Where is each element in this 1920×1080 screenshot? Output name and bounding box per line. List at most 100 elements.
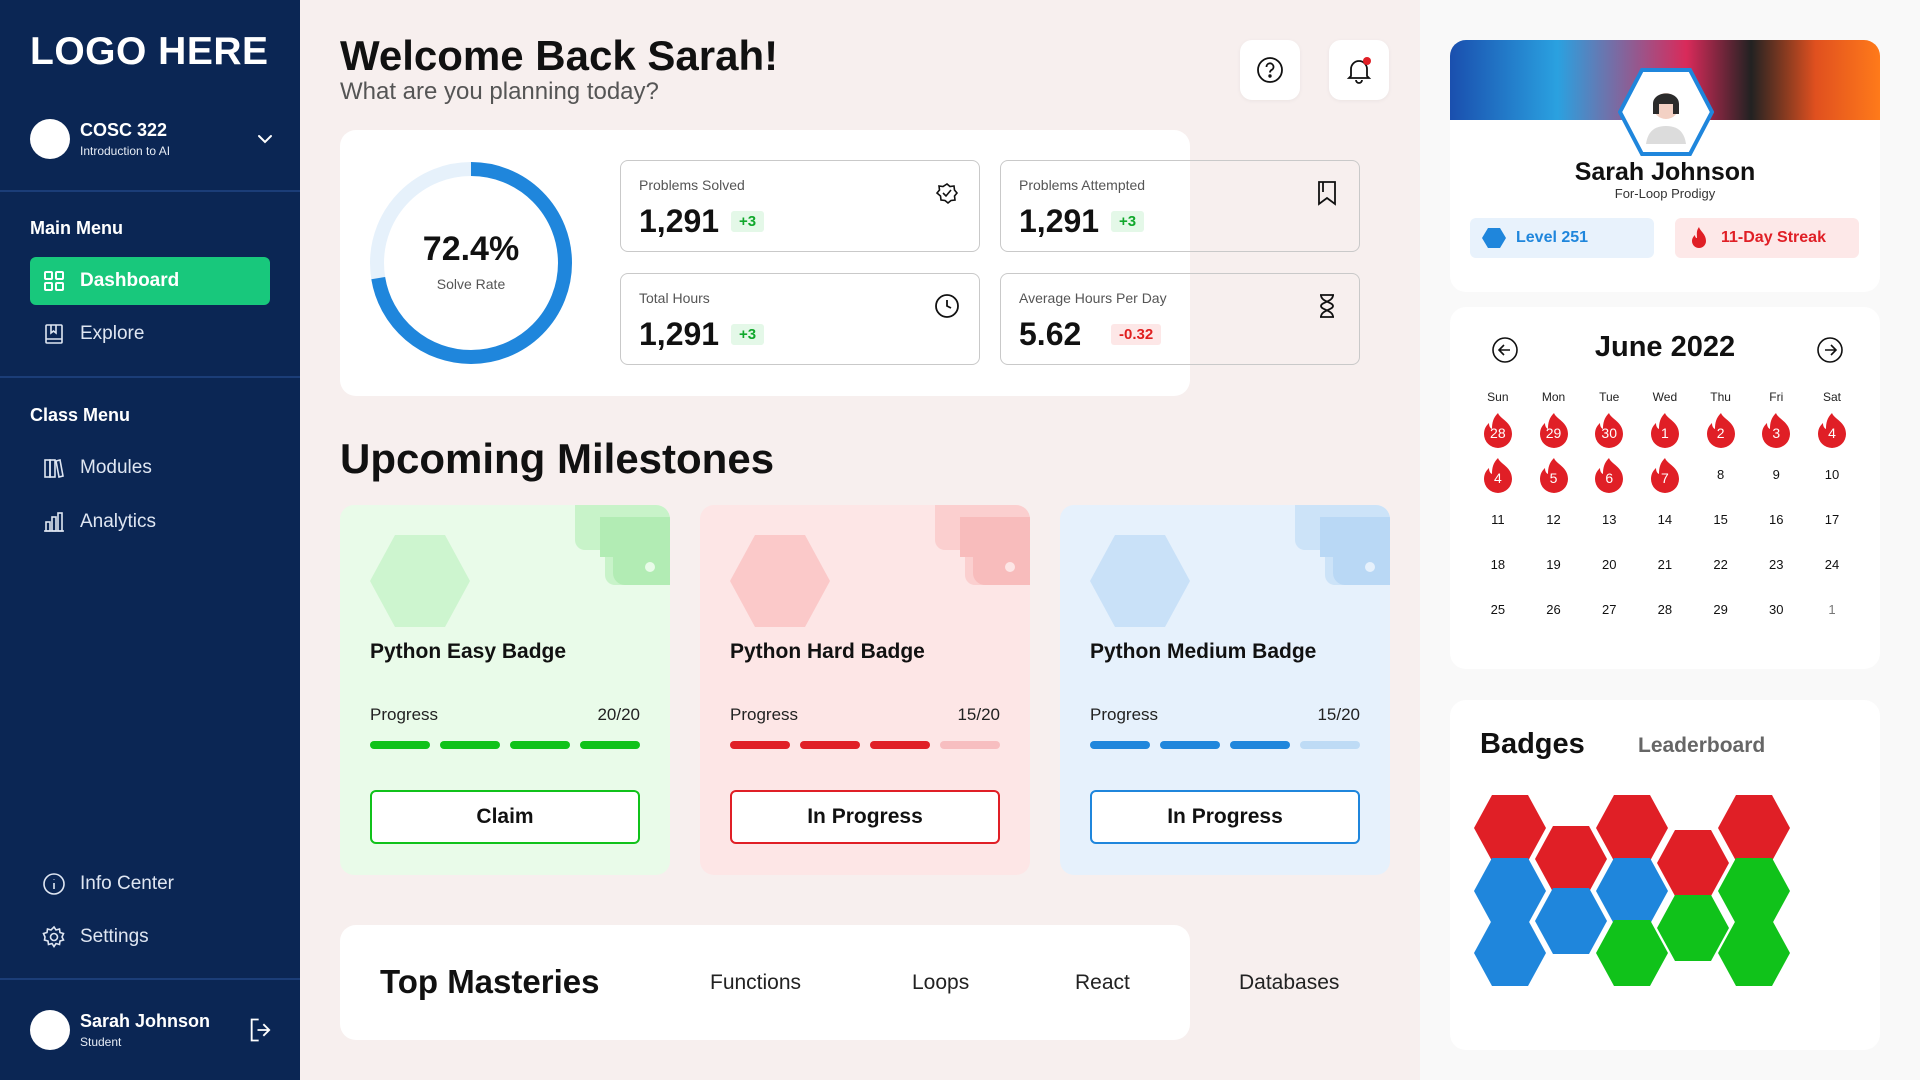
badge-hex-icon[interactable] [1718,858,1790,924]
progress-segment [1160,741,1220,749]
notifications-button[interactable] [1329,40,1389,100]
sidebar-item-explore[interactable]: Explore [30,310,270,358]
sidebar-item-label: Settings [80,926,149,947]
mastery-item[interactable]: Functions [710,971,801,995]
tab-badges[interactable]: Badges [1480,728,1585,761]
milestone-card-medium: Python Medium Badge Progress 15/20 In Pr… [1060,505,1390,875]
calendar-day[interactable]: 18 [1470,547,1526,583]
profile-card: Sarah Johnson For-Loop Prodigy Level 251… [1450,40,1880,292]
sidebar: LOGO HERE COSC 322 Introduction to AI Ma… [0,0,300,1080]
calendar-day[interactable]: 1 [1804,592,1860,628]
stat-value: 5.62 [1019,316,1082,352]
calendar-day[interactable]: 14 [1637,502,1693,538]
badge-hex-icon[interactable] [1718,920,1790,986]
mastery-item[interactable]: Loops [912,971,969,995]
calendar-day-streak[interactable]: 7 [1637,457,1693,493]
stat-label: Average Hours Per Day [1019,290,1167,306]
badge-hex-icon[interactable] [1718,795,1790,861]
progress-segment [1300,741,1360,749]
badge-hex-icon [730,535,830,627]
calendar-day[interactable]: 21 [1637,547,1693,583]
calendar-day[interactable]: 19 [1526,547,1582,583]
book-icon [45,324,63,344]
stat-label: Total Hours [639,290,710,306]
calendar-day-streak[interactable]: 1 [1637,412,1693,448]
mastery-item[interactable]: React [1075,971,1130,995]
sidebar-item-analytics[interactable]: Analytics [30,498,270,546]
calendar-day[interactable]: 16 [1748,502,1804,538]
mastery-item[interactable]: Databases [1239,971,1339,995]
user-profile: Sarah Johnson Student [30,1010,275,1050]
calendar-day[interactable]: 27 [1581,592,1637,628]
stat-value: 1,291 [639,203,720,239]
sidebar-item-label: Dashboard [80,270,180,291]
progress-value: 15/20 [957,705,1000,724]
bar-chart-icon [44,512,64,532]
books-icon [44,459,64,478]
calendar-day[interactable]: 15 [1693,502,1749,538]
calendar-day-streak[interactable]: 4 [1470,457,1526,493]
stat-delta: -0.32 [1111,324,1162,345]
calendar-week: 28 29 30 1 2 3 4 [1470,407,1860,452]
weekday-label: Thu [1710,390,1731,404]
calendar-day[interactable]: 30 [1748,592,1804,628]
calendar-day-streak[interactable]: 2 [1693,412,1749,448]
logout-icon[interactable] [247,1016,275,1044]
calendar-day-streak[interactable]: 6 [1581,457,1637,493]
masteries-title: Top Masteries [380,963,600,1000]
calendar-week: 11 12 13 14 15 16 17 [1470,497,1860,542]
calendar-day[interactable]: 9 [1748,457,1804,493]
in-progress-button[interactable]: In Progress [730,790,1000,844]
progress-value: 20/20 [597,705,640,724]
progress-bar [1090,741,1360,751]
calendar-day[interactable]: 23 [1748,547,1804,583]
calendar-day-streak[interactable]: 3 [1748,412,1804,448]
sidebar-item-info-center[interactable]: Info Center [30,860,270,908]
calendar-day-streak[interactable]: 29 [1526,412,1582,448]
sidebar-item-dashboard[interactable]: Dashboard [30,257,270,305]
calendar-day-streak[interactable]: 30 [1581,412,1637,448]
claim-button[interactable]: Claim [370,790,640,844]
divider [0,978,300,980]
weekday-label: Sat [1822,390,1841,404]
calendar-week: 25 26 27 28 29 30 1 [1470,587,1860,632]
stat-average-hours: Average Hours Per Day 5.62 -0.32 [1000,273,1360,365]
sidebar-item-settings[interactable]: Settings [30,913,270,961]
calendar-day[interactable]: 28 [1637,592,1693,628]
calendar-day[interactable]: 8 [1693,457,1749,493]
course-selector[interactable]: COSC 322 Introduction to AI [30,117,275,161]
weekday-label: Tue [1599,390,1620,404]
tab-leaderboard[interactable]: Leaderboard [1638,734,1765,758]
grid-icon [44,271,64,291]
calendar-day[interactable]: 22 [1693,547,1749,583]
calendar-day[interactable]: 13 [1581,502,1637,538]
calendar-day-streak[interactable]: 28 [1470,412,1526,448]
calendar-day[interactable]: 24 [1804,547,1860,583]
sidebar-item-modules[interactable]: Modules [30,444,270,492]
calendar-day[interactable]: 29 [1693,592,1749,628]
hexagon-icon [1482,228,1506,248]
chevron-down-icon [258,135,272,144]
calendar-day[interactable]: 10 [1804,457,1860,493]
progress-segment [800,741,860,749]
stat-delta: +3 [731,324,765,345]
calendar-day[interactable]: 26 [1526,592,1582,628]
milestone-title: Python Medium Badge [1090,640,1317,663]
milestone-card-hard: Python Hard Badge Progress 15/20 In Prog… [700,505,1030,875]
calendar-day[interactable]: 11 [1470,502,1526,538]
calendar-day[interactable]: 17 [1804,502,1860,538]
calendar-day[interactable]: 25 [1470,592,1526,628]
help-button[interactable] [1240,40,1300,100]
calendar-day[interactable]: 12 [1526,502,1582,538]
python-icon [575,505,670,585]
in-progress-button[interactable]: In Progress [1090,790,1360,844]
sidebar-item-label: Modules [80,457,152,478]
course-avatar [30,119,70,159]
progress-label: Progress [370,705,439,724]
calendar-day-streak[interactable]: 4 [1804,412,1860,448]
calendar-weekdays: Sun Mon Tue Wed Thu Fri Sat [1470,387,1860,407]
calendar-day-streak[interactable]: 5 [1526,457,1582,493]
calendar-day[interactable]: 20 [1581,547,1637,583]
stat-total-hours: Total Hours 1,291 +3 [620,273,980,365]
next-month-icon[interactable] [1815,335,1845,365]
